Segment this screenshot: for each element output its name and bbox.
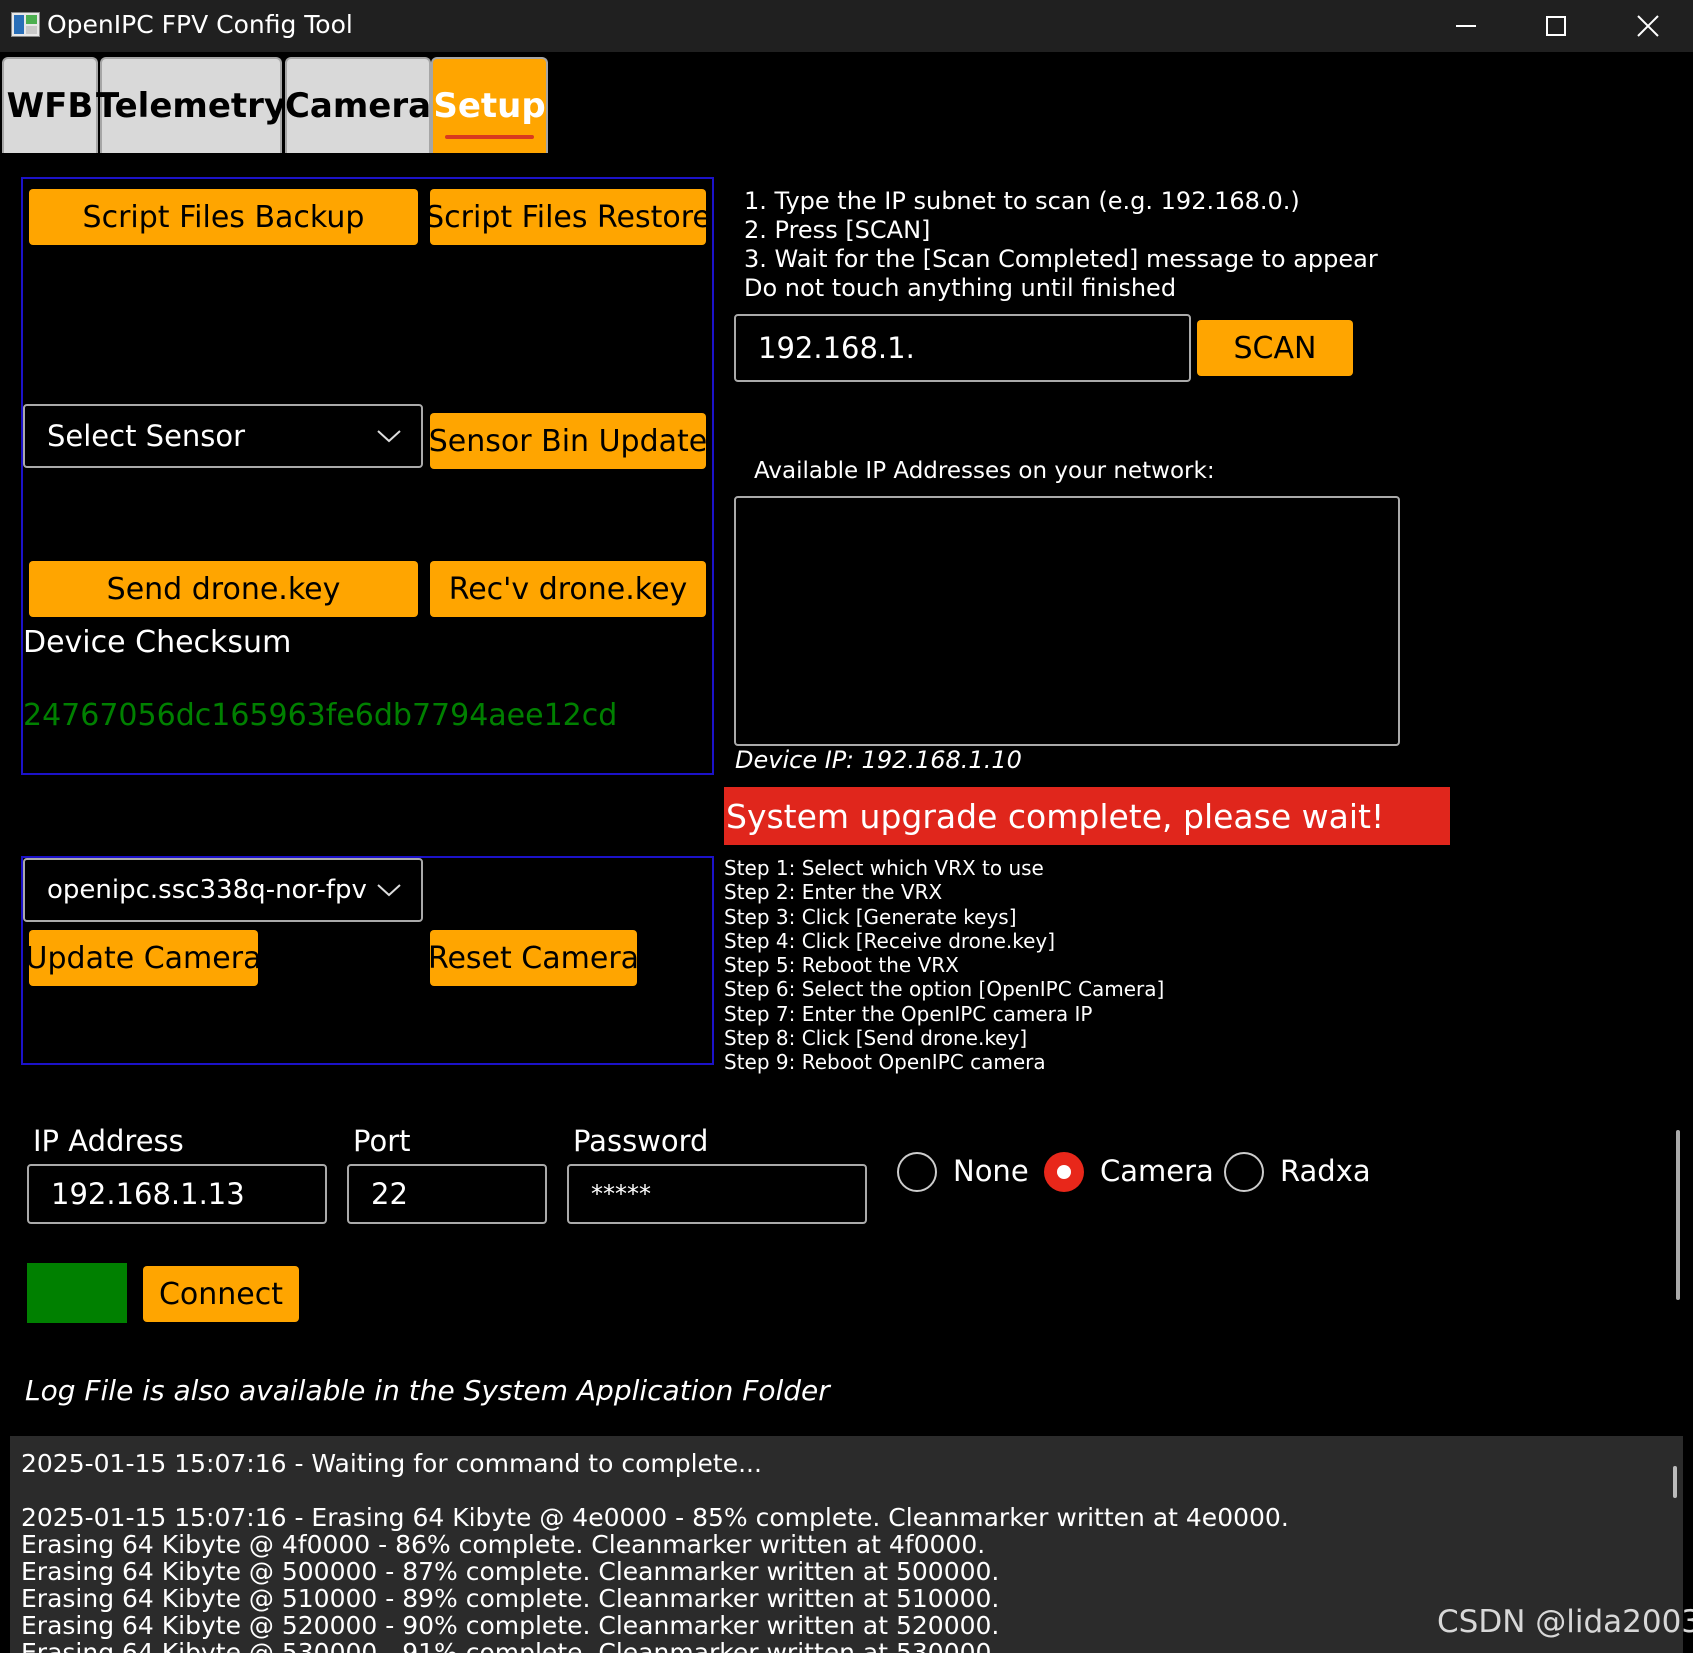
device-tools-panel: [21, 177, 714, 775]
chevron-down-icon: [377, 430, 401, 443]
scan-instruction-line: 2. Press [SCAN]: [744, 216, 931, 244]
subnet-input-value: 192.168.1.: [758, 331, 915, 365]
sensor-select-value: Select Sensor: [47, 419, 246, 453]
ip-address-value: 192.168.1.13: [51, 1177, 245, 1211]
watermark: CSDN @lida2003: [1437, 1604, 1693, 1640]
radio-radxa-label[interactable]: Radxa: [1280, 1154, 1371, 1188]
log-line: Erasing 64 Kibyte @ 520000 - 90% complet…: [21, 1611, 1000, 1640]
minimize-button[interactable]: [1421, 0, 1511, 52]
status-banner: System upgrade complete, please wait!: [724, 787, 1450, 845]
tab-setup[interactable]: Setup: [431, 57, 548, 153]
scan-button[interactable]: SCAN: [1197, 320, 1353, 376]
scan-instruction-line: 3. Wait for the [Scan Completed] message…: [744, 245, 1378, 273]
firmware-select-value: openipc.ssc338q-nor-fpv: [47, 875, 367, 905]
close-icon: [1637, 15, 1659, 37]
tab-wfb[interactable]: WFB: [2, 57, 98, 153]
step-item: Step 3: Click [Generate keys]: [724, 904, 1017, 929]
maximize-button[interactable]: [1511, 0, 1601, 52]
radio-none-label[interactable]: None: [953, 1154, 1029, 1188]
log-line: Erasing 64 Kibyte @ 500000 - 87% complet…: [21, 1557, 1000, 1586]
connection-status-indicator: [27, 1263, 127, 1323]
setup-steps: Step 1: Select which VRX to use Step 2: …: [724, 856, 1164, 1075]
step-item: Step 1: Select which VRX to use: [724, 856, 1044, 880]
reset-camera-button[interactable]: Reset Camera: [428, 930, 639, 986]
subnet-input[interactable]: 192.168.1.: [734, 314, 1191, 382]
firmware-select[interactable]: openipc.ssc338q-nor-fpv: [23, 858, 423, 922]
tab-telemetry[interactable]: Telemetry: [96, 57, 286, 153]
step-item: Step 4: Click [Receive drone.key]: [724, 928, 1056, 953]
sensor-bin-update-button[interactable]: Sensor Bin Update: [429, 413, 707, 469]
log-file-note: Log File is also available in the System…: [25, 1374, 830, 1407]
minimize-icon: [1456, 25, 1476, 27]
device-ip-label: Device IP: 192.168.1.10: [735, 746, 1022, 774]
close-window-button[interactable]: [1603, 0, 1693, 52]
log-line: Erasing 64 Kibyte @ 4f0000 - 86% complet…: [21, 1530, 986, 1559]
password-label: Password: [573, 1124, 709, 1158]
port-value: 22: [371, 1177, 408, 1211]
ip-address-label: IP Address: [33, 1124, 184, 1158]
receive-drone-key-button[interactable]: Rec'v drone.key: [430, 561, 706, 617]
tab-wfb-label: WFB: [6, 86, 94, 126]
log-line: 2025-01-15 15:07:16 - Erasing 64 Kibyte …: [21, 1503, 1289, 1532]
tab-camera[interactable]: Camera: [285, 57, 431, 153]
radio-none[interactable]: [897, 1152, 937, 1192]
connect-button[interactable]: Connect: [143, 1266, 299, 1322]
device-checksum-value: 24767056dc165963fe6db7794aee12cd: [23, 698, 618, 733]
step-item: Step 8: Click [Send drone.key]: [724, 1026, 1028, 1051]
step-item: Step 6: Select the option [OpenIPC Camer…: [724, 977, 1165, 1002]
step-item: Step 2: Enter the VRX: [724, 880, 943, 905]
tab-setup-label: Setup: [433, 86, 546, 126]
scan-instruction-line: 1. Type the IP subnet to scan (e.g. 192.…: [744, 187, 1300, 215]
script-files-restore-button[interactable]: Script Files Restore: [425, 189, 711, 245]
available-ip-label: Available IP Addresses on your network:: [754, 458, 1215, 484]
log-output[interactable]: 2025-01-15 15:07:16 - Waiting for comman…: [10, 1436, 1683, 1653]
log-scrollbar[interactable]: [1673, 1466, 1677, 1498]
available-ip-list[interactable]: [734, 496, 1400, 746]
send-drone-key-button[interactable]: Send drone.key: [29, 561, 418, 617]
update-camera-button[interactable]: Update Camera: [26, 930, 261, 986]
chevron-down-icon: [377, 884, 401, 897]
tab-camera-label: Camera: [284, 86, 432, 126]
port-input[interactable]: 22: [347, 1164, 547, 1224]
radio-camera-label[interactable]: Camera: [1100, 1154, 1214, 1188]
port-label: Port: [353, 1124, 411, 1158]
scan-instructions: 1. Type the IP subnet to scan (e.g. 192.…: [744, 187, 1378, 303]
app-icon: [11, 12, 40, 37]
sensor-select[interactable]: Select Sensor: [23, 404, 423, 468]
log-line: Erasing 64 Kibyte @ 510000 - 89% complet…: [21, 1584, 1000, 1613]
step-item: Step 7: Enter the OpenIPC camera IP: [724, 1001, 1093, 1026]
step-item: Step 5: Reboot the VRX: [724, 953, 959, 978]
maximize-icon: [1546, 16, 1566, 36]
tab-telemetry-label: Telemetry: [95, 86, 287, 126]
window-title: OpenIPC FPV Config Tool: [47, 10, 353, 39]
radio-radxa[interactable]: [1224, 1152, 1264, 1192]
log-line: 2025-01-15 15:07:16 - Waiting for comman…: [21, 1449, 762, 1478]
password-input[interactable]: *****: [567, 1164, 867, 1224]
device-checksum-label: Device Checksum: [23, 625, 292, 660]
page-scrollbar[interactable]: [1676, 1130, 1680, 1300]
password-value: *****: [591, 1180, 651, 1208]
scan-instruction-line: Do not touch anything until finished: [744, 274, 1177, 302]
step-item: Step 9: Reboot OpenIPC camera: [724, 1050, 1046, 1075]
radio-selected-dot: [1057, 1165, 1071, 1179]
script-files-backup-button[interactable]: Script Files Backup: [29, 189, 418, 245]
ip-address-input[interactable]: 192.168.1.13: [27, 1164, 327, 1224]
active-tab-indicator: [445, 135, 534, 139]
log-line: Erasing 64 Kibyte @ 530000 - 91% complet…: [21, 1638, 1000, 1653]
radio-camera[interactable]: [1044, 1152, 1084, 1192]
